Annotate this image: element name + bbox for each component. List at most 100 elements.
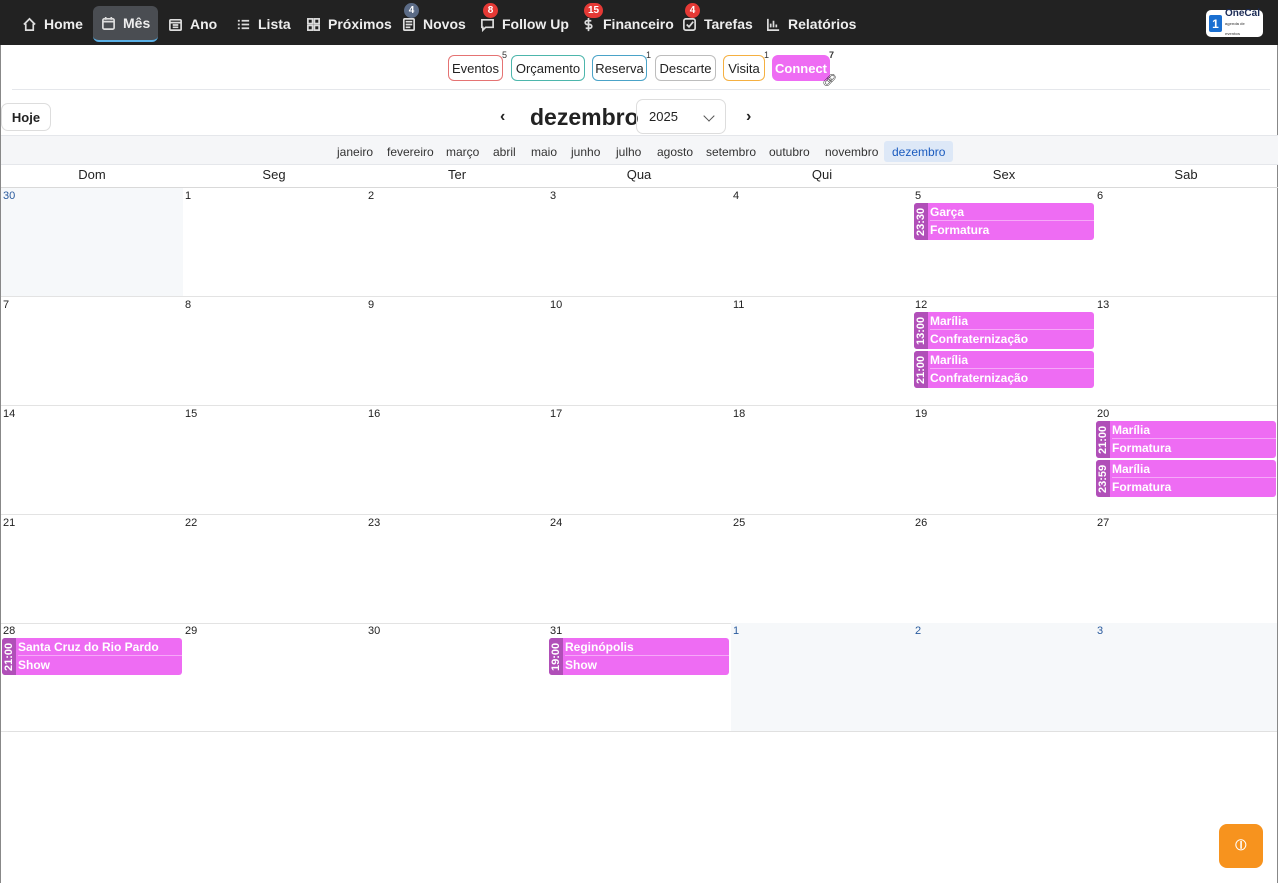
nav-mês[interactable]: Mês (93, 6, 159, 42)
day-cell[interactable]: 24 (548, 515, 731, 624)
day-cell[interactable]: 27 (1095, 515, 1277, 624)
link-icon[interactable]: 🔗︎ (822, 73, 837, 87)
month-dezembro[interactable]: dezembro (884, 141, 954, 162)
nav-financeiro[interactable]: Financeiro 15 (573, 3, 682, 42)
onecal-logo[interactable]: 1 OneCal agenda de eventos (1206, 8, 1263, 37)
month-fevereiro[interactable]: fevereiro (379, 141, 442, 162)
day-cell[interactable]: 2 (913, 623, 1095, 732)
day-cell[interactable]: 4 (731, 188, 913, 297)
day-cell[interactable]: 22 (183, 515, 366, 624)
filter-3[interactable]: Descarte (655, 55, 716, 81)
day-cell[interactable]: 17 (548, 406, 731, 515)
day-number: 21 (3, 517, 16, 529)
ticket-icon: ⦶ (1235, 837, 1247, 854)
day-cell[interactable]: 11 (731, 297, 913, 406)
nav-home[interactable]: Home (14, 6, 91, 42)
month-junho[interactable]: junho (563, 141, 608, 162)
calendar-event[interactable]: 21:00 Marília Formatura (1096, 421, 1276, 458)
calendar-event[interactable]: 13:00 Marília Confraternização (914, 312, 1094, 349)
next-month-button[interactable]: › (746, 108, 751, 126)
day-cell[interactable]: 25 (731, 515, 913, 624)
nav-follow-up[interactable]: Follow Up 8 (472, 3, 577, 42)
day-number: 12 (915, 299, 928, 311)
day-number: 30 (3, 190, 16, 202)
day-cell[interactable]: 15 (183, 406, 366, 515)
day-number: 7 (3, 299, 10, 311)
day-number: 6 (1097, 190, 1104, 202)
day-cell[interactable]: 3 (548, 188, 731, 297)
day-cell[interactable]: 26 (913, 515, 1095, 624)
day-cell[interactable]: 12 13:00 Marília Confraternização 21:00 Maríl… (913, 297, 1095, 406)
day-cell[interactable]: 19 (913, 406, 1095, 515)
nav-lista[interactable]: Lista (228, 6, 299, 42)
month-setembro[interactable]: setembro (698, 141, 764, 162)
filter-count: 7 (828, 50, 834, 60)
day-cell[interactable]: 13 (1095, 297, 1277, 406)
logo-mark: 1 (1209, 15, 1222, 32)
day-number: 15 (185, 408, 198, 420)
day-cell[interactable]: 1 (183, 188, 366, 297)
day-cell[interactable]: 30 (366, 623, 548, 732)
month-agosto[interactable]: agosto (649, 141, 701, 162)
year-calendar-icon (169, 18, 182, 31)
day-cell[interactable]: 2 (366, 188, 548, 297)
day-cell[interactable]: 18 (731, 406, 913, 515)
filter-count: 1 (763, 50, 769, 60)
newspaper-icon (402, 17, 415, 31)
calendar-event[interactable]: 23:59 Marília Formatura (1096, 460, 1276, 497)
filter-4[interactable]: Visita 1 (723, 50, 769, 81)
event-time: 21:00 (2, 638, 16, 675)
event-title: Garça (930, 205, 1094, 221)
day-cell[interactable]: 8 (183, 297, 366, 406)
prev-month-button[interactable]: ‹ (500, 108, 505, 126)
calendar-event[interactable]: 21:00 Santa Cruz do Rio Pardo Show (2, 638, 182, 675)
month-abril[interactable]: abril (485, 141, 524, 162)
nav-relatórios[interactable]: Relatórios (758, 6, 864, 42)
calendar-icon (102, 16, 115, 30)
month-outubro[interactable]: outubro (761, 141, 818, 162)
today-button[interactable]: Hoje (1, 103, 51, 131)
year-select[interactable]: 2025 (636, 99, 726, 134)
month-março[interactable]: março (438, 141, 487, 162)
divider (12, 89, 1270, 90)
day-cell[interactable]: 7 (1, 297, 183, 406)
month-julho[interactable]: julho (608, 141, 649, 162)
nav-próximos[interactable]: Próximos (298, 6, 400, 42)
day-cell[interactable]: 9 (366, 297, 548, 406)
day-cell[interactable]: 30 (1, 188, 183, 297)
day-cell[interactable]: 14 (1, 406, 183, 515)
day-cell[interactable]: 3 (1095, 623, 1277, 732)
filter-2[interactable]: Reserva 1 (592, 50, 651, 81)
day-cell[interactable]: 29 (183, 623, 366, 732)
event-title: Marília (930, 314, 1094, 330)
day-cell[interactable]: 16 (366, 406, 548, 515)
ticket-button[interactable]: ⦶ (1219, 824, 1263, 868)
day-cell[interactable]: 23 (366, 515, 548, 624)
day-cell[interactable]: 10 (548, 297, 731, 406)
calendar-event[interactable]: 21:00 Marília Confraternização (914, 351, 1094, 388)
filter-count: 1 (645, 50, 651, 60)
day-number: 28 (3, 625, 16, 637)
day-cell[interactable]: 28 21:00 Santa Cruz do Rio Pardo Show (1, 623, 183, 732)
filter-1[interactable]: Orçamento (511, 55, 585, 81)
day-cell[interactable]: 6 (1095, 188, 1277, 297)
day-cell[interactable]: 1 (731, 623, 913, 732)
month-janeiro[interactable]: janeiro (329, 141, 381, 162)
list-icon (237, 19, 250, 29)
month-novembro[interactable]: novembro (817, 141, 886, 162)
calendar-event[interactable]: 23:30 Garça Formatura (914, 203, 1094, 240)
day-cell[interactable]: 31 19:00 Reginópolis Show (548, 623, 731, 732)
day-cell[interactable]: 5 23:30 Garça Formatura (913, 188, 1095, 297)
day-cell[interactable]: 21 (1, 515, 183, 624)
calendar-event[interactable]: 19:00 Reginópolis Show (549, 638, 729, 675)
logo-tagline: agenda de eventos (1224, 20, 1245, 36)
nav-tarefas[interactable]: Tarefas 4 (674, 3, 761, 42)
month-maio[interactable]: maio (523, 141, 565, 162)
weekday-qui: Qui (811, 167, 833, 182)
nav-ano[interactable]: Ano (160, 6, 225, 42)
day-number: 16 (368, 408, 381, 420)
day-number: 24 (550, 517, 563, 529)
filter-0[interactable]: Eventos 5 (448, 50, 507, 81)
nav-novos[interactable]: Novos 4 (393, 3, 474, 42)
day-cell[interactable]: 20 21:00 Marília Formatura 23:59 Marília Forma… (1095, 406, 1277, 515)
